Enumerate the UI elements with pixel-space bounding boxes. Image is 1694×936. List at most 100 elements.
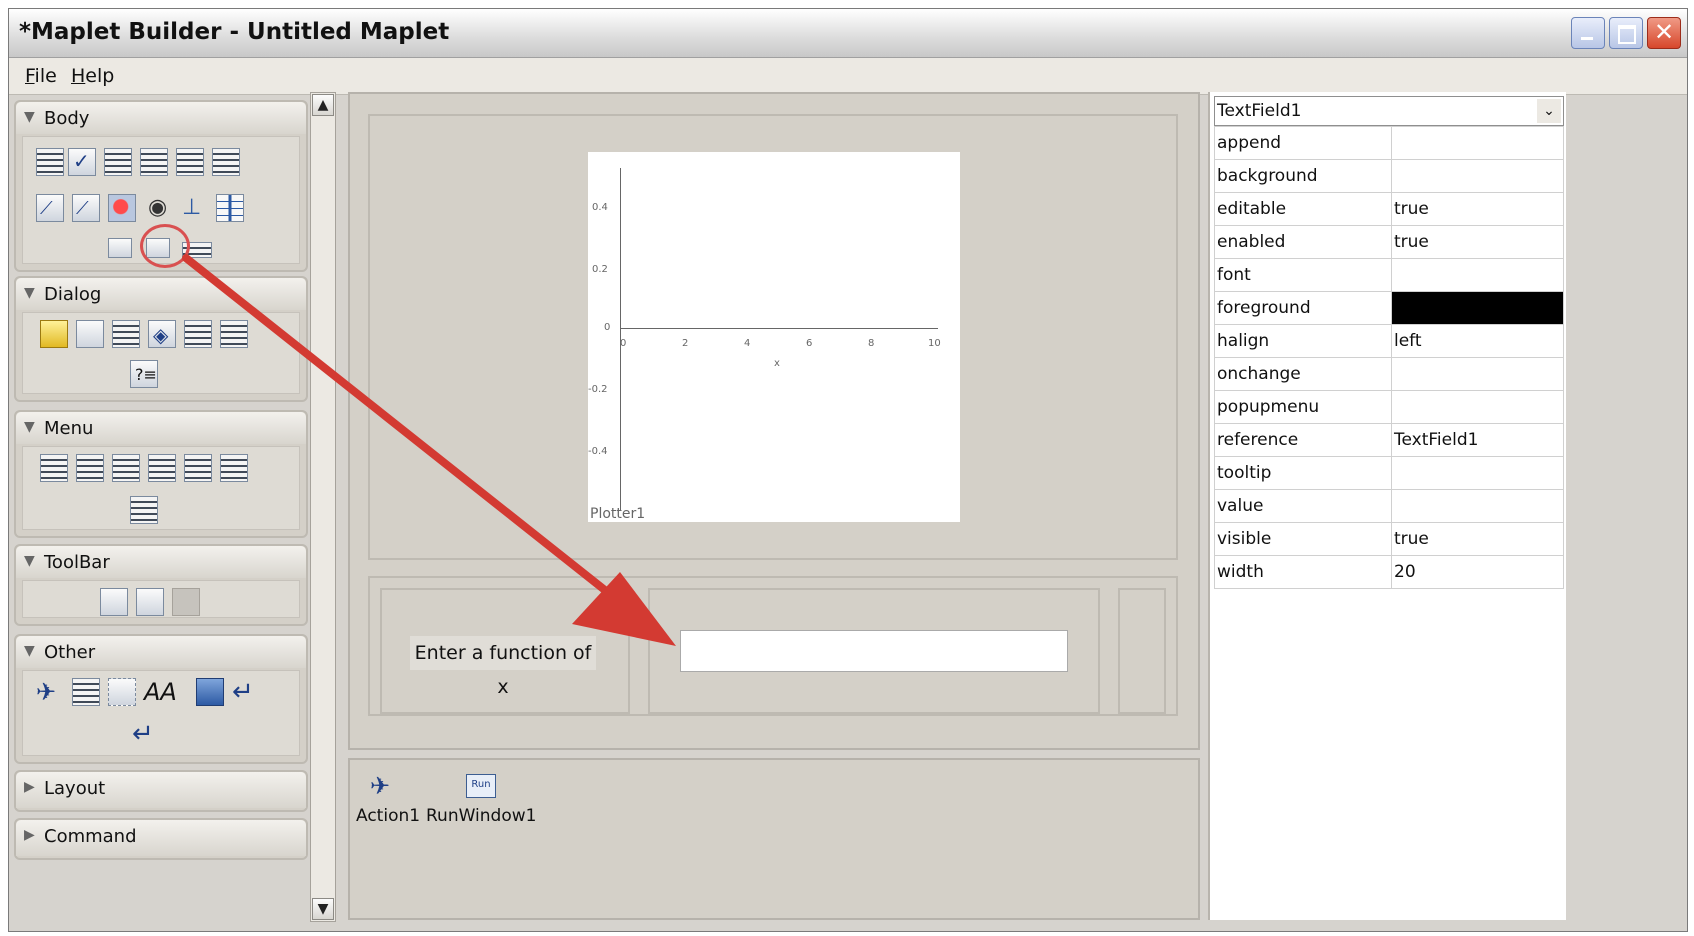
checkbox-component-icon[interactable]: ✓ xyxy=(68,148,96,176)
property-value[interactable]: TextField1 xyxy=(1391,423,1564,457)
section-header-command[interactable]: ▶ Command xyxy=(16,820,306,856)
radio-component-icon[interactable] xyxy=(108,194,136,222)
property-name: font xyxy=(1214,258,1392,292)
empty-cell xyxy=(1118,588,1166,714)
property-row[interactable]: tooltip xyxy=(1214,456,1564,490)
property-row[interactable]: background xyxy=(1214,159,1564,193)
minimize-button[interactable] xyxy=(1571,17,1605,49)
action-component-icon[interactable]: ✈ xyxy=(36,678,64,706)
color-dialog-icon[interactable] xyxy=(76,320,104,348)
section-header-other[interactable]: ▼ Other xyxy=(16,636,306,668)
alert-dialog-icon[interactable] xyxy=(40,320,68,348)
runner-icon[interactable]: ✈ xyxy=(370,772,402,800)
font-component-icon[interactable]: AA xyxy=(144,678,177,706)
menu-component-icon[interactable] xyxy=(76,454,104,482)
property-value[interactable] xyxy=(1391,258,1564,292)
property-name: width xyxy=(1214,555,1392,589)
maximize-button[interactable] xyxy=(1609,17,1643,49)
scroll-up-button[interactable]: ▲ xyxy=(312,94,334,116)
section-header-layout[interactable]: ▶ Layout xyxy=(16,772,306,808)
table-component-icon[interactable] xyxy=(216,194,244,222)
label-component-icon[interactable] xyxy=(176,148,204,176)
property-row[interactable]: reference TextField1 xyxy=(1214,423,1564,457)
return-component-icon[interactable]: ↵ xyxy=(232,678,260,706)
property-row[interactable]: halign left xyxy=(1214,324,1564,358)
property-value[interactable]: true xyxy=(1391,225,1564,259)
section-header-menu[interactable]: ▼ Menu xyxy=(16,412,306,444)
mathml-viewer-component-icon[interactable] xyxy=(212,148,240,176)
checkbox-menu-item-icon[interactable] xyxy=(148,454,176,482)
radio-button-icon[interactable]: ◉ xyxy=(144,194,172,222)
property-value[interactable] xyxy=(1391,126,1564,160)
property-row[interactable]: editable true xyxy=(1214,192,1564,226)
property-row[interactable]: foreground xyxy=(1214,291,1564,325)
foreground-color-swatch[interactable] xyxy=(1391,291,1564,325)
function-label[interactable]: Enter a function of x xyxy=(410,636,596,698)
toolbar-component-icon[interactable] xyxy=(100,588,128,616)
question-dialog-icon[interactable]: ?≡ xyxy=(130,360,158,388)
property-value[interactable]: 20 xyxy=(1391,555,1564,589)
image-component-icon[interactable] xyxy=(196,678,224,706)
set-option-component-icon[interactable]: ↵ xyxy=(132,720,160,748)
menu-file[interactable]: File xyxy=(25,65,57,87)
plot-editor-component-icon[interactable]: ⟋ xyxy=(72,194,100,222)
confirm-dialog-icon[interactable] xyxy=(112,320,140,348)
toolbar-separator-icon[interactable] xyxy=(172,588,200,616)
property-row[interactable]: enabled true xyxy=(1214,225,1564,259)
menu-item-component-icon[interactable] xyxy=(112,454,140,482)
slider-component-icon[interactable]: ⊥ xyxy=(180,194,208,222)
expanded-arrow-icon: ▼ xyxy=(24,643,35,659)
component-select[interactable]: TextField1 ⌄ xyxy=(1214,96,1564,126)
property-value[interactable]: true xyxy=(1391,522,1564,556)
radio-menu-item-icon[interactable] xyxy=(130,496,158,524)
function-textfield[interactable] xyxy=(680,630,1068,672)
scroll-down-button[interactable]: ▼ xyxy=(312,898,334,920)
property-value[interactable] xyxy=(1391,390,1564,424)
button-component-icon[interactable] xyxy=(36,148,64,176)
listbox-component-icon[interactable] xyxy=(140,148,168,176)
property-value[interactable] xyxy=(1391,357,1564,391)
close-button[interactable]: ✕ xyxy=(1647,17,1681,49)
property-value[interactable] xyxy=(1391,489,1564,523)
file-dialog-icon[interactable]: ◈ xyxy=(148,320,176,348)
menu-separator-icon[interactable] xyxy=(184,454,212,482)
section-label: Dialog xyxy=(44,284,102,305)
property-row[interactable]: font xyxy=(1214,258,1564,292)
section-header-toolbar[interactable]: ▼ ToolBar xyxy=(16,546,306,578)
section-header-dialog[interactable]: ▼ Dialog xyxy=(16,278,306,310)
menu-bar-component-icon[interactable] xyxy=(40,454,68,482)
combobox-component-icon[interactable] xyxy=(104,148,132,176)
plotter-preview[interactable]: 0.4 0.2 0 -0.2 -0.4 0 2 4 6 8 10 x xyxy=(588,152,960,522)
runwindow-item-label[interactable]: RunWindow1 xyxy=(426,806,536,826)
action-item-label[interactable]: Action1 xyxy=(356,806,420,826)
property-row[interactable]: append xyxy=(1214,126,1564,160)
popup-menu-icon[interactable] xyxy=(220,454,248,482)
property-value[interactable] xyxy=(1391,159,1564,193)
expanded-arrow-icon: ▼ xyxy=(24,285,35,301)
property-row[interactable]: width 20 xyxy=(1214,555,1564,589)
message-dialog-icon[interactable] xyxy=(220,320,248,348)
section-header-body[interactable]: ▼ Body xyxy=(16,102,306,134)
palette-section-layout[interactable]: ▶ Layout xyxy=(14,770,308,812)
property-row[interactable]: visible true xyxy=(1214,522,1564,556)
math-field-component-icon[interactable] xyxy=(108,678,136,706)
selected-component: TextField1 xyxy=(1217,101,1302,121)
property-row[interactable]: popupmenu xyxy=(1214,390,1564,424)
palette-section-command[interactable]: ▶ Command xyxy=(14,818,308,860)
plotter-component-icon[interactable]: ⟋ xyxy=(36,194,64,222)
title-bar[interactable]: *Maplet Builder - Untitled Maplet ✕ xyxy=(9,9,1687,58)
palette-scrollbar[interactable]: ▲ ▼ xyxy=(310,92,336,922)
property-value[interactable]: true xyxy=(1391,192,1564,226)
toolbar-button-icon[interactable] xyxy=(136,588,164,616)
chevron-down-icon[interactable]: ⌄ xyxy=(1537,99,1561,123)
property-value[interactable] xyxy=(1391,456,1564,490)
property-row[interactable]: value xyxy=(1214,489,1564,523)
property-name: reference xyxy=(1214,423,1392,457)
input-dialog-icon[interactable] xyxy=(184,320,212,348)
menu-help[interactable]: Help xyxy=(71,65,114,87)
property-value[interactable]: left xyxy=(1391,324,1564,358)
run-window-icon[interactable]: Run xyxy=(466,774,496,798)
textbox-component-icon[interactable] xyxy=(108,238,132,258)
property-row[interactable]: onchange xyxy=(1214,357,1564,391)
evaluate-component-icon[interactable] xyxy=(72,678,100,706)
